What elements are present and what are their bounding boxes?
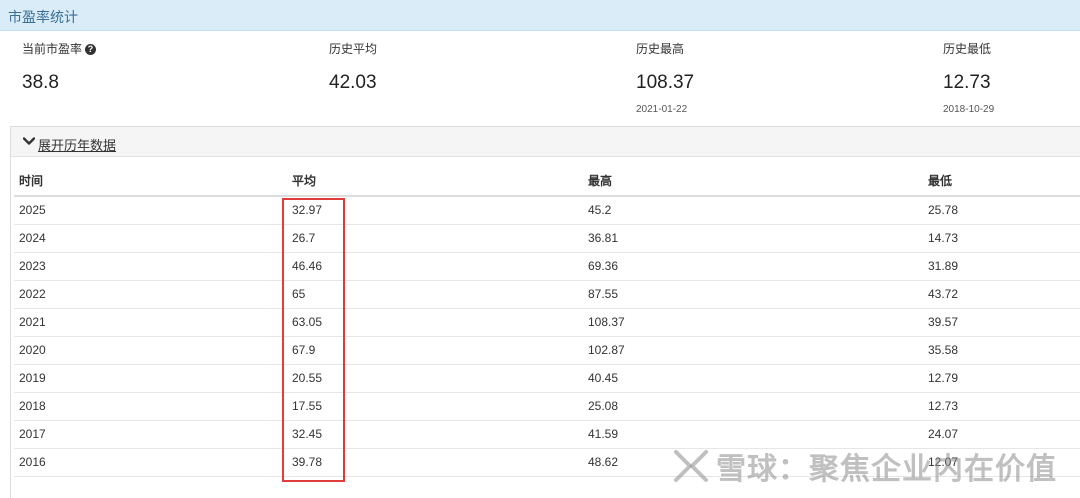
cell-year: 2023 [14,252,287,281]
cell-min: 35.58 [923,336,1080,365]
cell-max: 36.81 [583,224,923,253]
table-row: 2020 67.9 102.87 35.58 [14,336,1080,365]
cell-year: 2017 [14,420,287,449]
average-column-highlight [282,198,345,482]
panel-title: 市盈率统计 [8,9,78,25]
table-row: 2024 26.7 36.81 14.73 [14,224,1080,253]
cell-year: 2018 [14,392,287,421]
cell-max: 102.87 [583,336,923,365]
stat-date: 2021-01-22 [636,104,688,115]
cell-max: 87.55 [583,280,923,309]
stat-label: 历史最高 [636,42,685,56]
cell-year: 2021 [14,308,287,337]
stat-historical-min: 历史最低 12.73 2018-10-29 [943,42,994,116]
watermark: 雪球：聚焦企业内在价值 [670,444,1057,488]
cell-year: 2016 [14,448,287,477]
column-header-max: 最高 [583,166,923,197]
cell-max: 108.37 [583,308,923,337]
cell-year: 2020 [14,336,287,365]
watermark-text: 雪球：聚焦企业内在价值 [716,453,1057,486]
cell-min: 25.78 [923,196,1080,225]
stat-historical-max: 历史最高 108.37 2021-01-22 [636,42,694,116]
snowball-logo-icon [674,450,708,482]
history-table-body: 2025 32.97 45.2 25.78 2024 26.7 36.81 14.73 2023… [14,196,1080,477]
column-header-min: 最低 [923,166,1080,197]
stat-historical-average: 历史平均 42.03 [329,42,377,94]
stat-value: 38.8 [22,72,59,93]
cell-year: 2022 [14,280,287,309]
panel-header: 市盈率统计 [0,0,1080,31]
stat-date: 2018-10-29 [943,104,995,115]
table-row: 2025 32.97 45.2 25.78 [14,196,1080,225]
history-toggle-link[interactable]: 展开历年数据 [38,135,116,154]
history-toggle-bar[interactable]: 展开历年数据 [11,127,1080,157]
table-row: 2019 20.55 40.45 12.79 [14,364,1080,393]
column-header-time: 时间 [14,166,287,197]
history-table: 时间 平均 最高 最低 2025 32.97 45.2 25.78 2024 26.7 36… [14,166,1080,477]
cell-min: 39.57 [923,308,1080,337]
stat-current-pe: 当前市盈率 ? 38.8 [22,42,97,94]
cell-min: 43.72 [923,280,1080,309]
stat-value: 42.03 [329,72,377,93]
table-row: 2022 65 87.55 43.72 [14,280,1080,309]
table-row: 2023 46.46 69.36 31.89 [14,252,1080,281]
cell-min: 14.73 [923,224,1080,253]
stat-value: 12.73 [943,72,991,93]
column-header-average: 平均 [287,166,583,197]
table-header-row: 时间 平均 最高 最低 [14,166,1080,197]
cell-year: 2019 [14,364,287,393]
cell-max: 45.2 [583,196,923,225]
question-circle-icon[interactable]: ? [85,43,97,55]
table-row: 2021 63.05 108.37 39.57 [14,308,1080,337]
cell-year: 2024 [14,224,287,253]
chevron-down-icon[interactable] [23,137,35,145]
stat-label: 当前市盈率 [22,42,83,56]
cell-max: 69.36 [583,252,923,281]
cell-max: 40.45 [583,364,923,393]
cell-year: 2025 [14,196,287,225]
cell-min: 12.79 [923,364,1080,393]
cell-min: 31.89 [923,252,1080,281]
stat-label: 历史最低 [943,42,992,56]
table-row: 2018 17.55 25.08 12.73 [14,392,1080,421]
stat-label: 历史平均 [329,42,378,56]
cell-min: 12.73 [923,392,1080,421]
cell-max: 25.08 [583,392,923,421]
stat-value: 108.37 [636,72,695,93]
